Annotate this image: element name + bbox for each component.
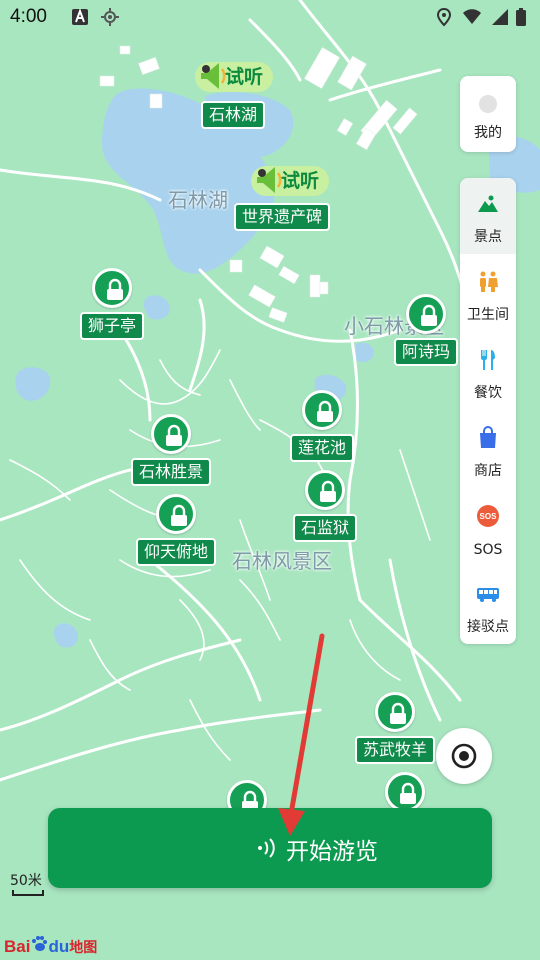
scale-label: 50米 <box>10 873 42 889</box>
sidebar-item-shuttle[interactable]: 接驳点 <box>460 568 516 644</box>
poi-label-shilinhu[interactable]: 石林湖 <box>200 101 266 129</box>
status-bar: 4:00 <box>0 0 540 36</box>
audition-badge[interactable]: 试听 <box>194 62 274 92</box>
locate-button[interactable] <box>436 728 492 784</box>
start-tour-button[interactable]: 开始游览 <box>48 808 492 888</box>
paw-icon <box>32 936 48 951</box>
area-label-lake: 石林湖 <box>168 188 228 212</box>
audio-wave-icon <box>258 838 275 858</box>
poi-label-yangtian[interactable]: 仰天俯地 <box>135 538 217 566</box>
area-label-scenic-area: 石林风景区 <box>232 549 332 573</box>
lock-pin-icon[interactable] <box>92 268 132 308</box>
battery-icon <box>516 8 526 26</box>
poi-label-shizi[interactable]: 狮子亭 <box>79 312 145 340</box>
svg-text:SOS: SOS <box>480 512 498 521</box>
lock-pin-icon[interactable] <box>305 470 345 510</box>
speaker-icon <box>256 167 282 193</box>
sidebar-item-label: 接驳点 <box>467 619 509 635</box>
audition-label: 试听 <box>280 170 320 192</box>
sidebar-item-label: 景点 <box>474 229 502 245</box>
dining-icon <box>481 350 495 370</box>
poi-label-ashima[interactable]: 阿诗玛 <box>393 338 459 366</box>
map-scale: 50米 <box>10 870 44 896</box>
sidebar-item-label: 卫生间 <box>467 307 509 323</box>
lock-pin-icon[interactable] <box>151 414 191 454</box>
sos-icon: SOS <box>477 505 499 527</box>
sidebar-item-label: 商店 <box>474 463 502 479</box>
sidebar-item-label: 餐饮 <box>474 385 502 401</box>
shopping-bag-icon <box>480 426 496 448</box>
lock-pin-icon[interactable] <box>406 294 446 334</box>
wifi-icon <box>463 9 481 24</box>
start-tour-label: 开始游览 <box>286 839 378 865</box>
category-sidebar: 景点 卫生间 餐饮 商店 SOS SOS 接驳点 <box>460 178 516 644</box>
scale-bar <box>12 890 44 896</box>
locate-target-icon <box>451 743 477 769</box>
profile-label: 我的 <box>474 125 502 141</box>
sidebar-item-attractions[interactable]: 景点 <box>460 178 516 254</box>
sidebar-item-restroom[interactable]: 卫生间 <box>460 256 516 332</box>
sidebar-item-shop[interactable]: 商店 <box>460 412 516 488</box>
keyboard-a-icon <box>72 8 88 25</box>
mountain-icon <box>478 195 498 212</box>
avatar-icon <box>479 95 497 113</box>
status-time: 4:00 <box>10 6 47 27</box>
gps-pin-icon <box>436 7 452 27</box>
speaker-icon <box>200 63 226 89</box>
sidebar-item-dining[interactable]: 餐饮 <box>460 334 516 410</box>
poi-label-suwu[interactable]: 苏武牧羊 <box>354 736 436 764</box>
audition-label: 试听 <box>224 66 264 88</box>
poi-label-shijianyu[interactable]: 石监狱 <box>292 514 358 542</box>
sidebar-item-sos[interactable]: SOS SOS <box>460 490 516 566</box>
lock-pin-icon[interactable] <box>156 494 196 534</box>
audition-badge[interactable]: 试听 <box>250 166 330 196</box>
poi-label-shengjing[interactable]: 石林胜景 <box>130 458 212 486</box>
cellular-signal-icon <box>492 9 508 25</box>
poi-label-world-heritage[interactable]: 世界遗产碑 <box>233 203 331 231</box>
sidebar-item-label: SOS <box>473 542 503 558</box>
lock-pin-icon[interactable] <box>385 772 425 812</box>
lock-pin-icon[interactable] <box>375 692 415 732</box>
poi-label-lianhua[interactable]: 莲花池 <box>289 434 355 462</box>
restroom-icon <box>480 271 498 292</box>
location-target-icon <box>101 8 119 26</box>
lock-pin-icon[interactable] <box>302 390 342 430</box>
bus-icon <box>477 588 499 602</box>
profile-button[interactable]: 我的 <box>460 76 516 152</box>
baidu-map-logo: Bai du地图 <box>4 934 97 957</box>
